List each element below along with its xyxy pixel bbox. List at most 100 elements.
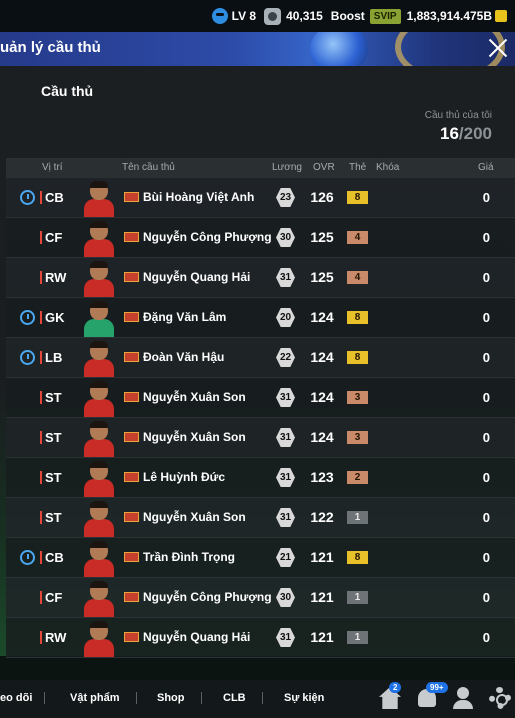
notification-icon-wrap[interactable]: 99+ xyxy=(416,682,448,709)
player-position: RW xyxy=(45,630,67,645)
table-row[interactable]: LB Đoàn Văn Hậu 22 124 8 0 xyxy=(6,338,515,378)
player-ovr: 121 xyxy=(310,549,334,565)
player-count-current: 16 xyxy=(439,124,459,143)
table-row[interactable]: CB Trần Đình Trọng 21 121 8 0 xyxy=(6,538,515,578)
top-status-bar: LV 8 40,315 Boost SVIP 1,883,914.475B xyxy=(0,0,515,32)
profile-icon[interactable] xyxy=(452,687,474,709)
stopwatch-icon xyxy=(20,310,35,325)
nav-divider xyxy=(262,692,263,704)
table-row[interactable]: ST Nguyễn Xuân Son 31 124 3 0 xyxy=(6,418,515,458)
player-avatar xyxy=(82,541,116,577)
card-level-badge: 1 xyxy=(347,631,368,644)
flag-icon xyxy=(124,392,139,402)
player-price: 0 xyxy=(482,190,490,205)
position-marker xyxy=(40,631,42,644)
col-lock[interactable]: Khóa xyxy=(376,162,399,173)
player-name: Bùi Hoàng Việt Anh xyxy=(143,190,255,204)
player-price: 0 xyxy=(482,270,490,285)
home-icon-wrap[interactable]: 2 xyxy=(379,682,402,709)
col-wage[interactable]: Lương xyxy=(272,162,302,173)
col-ovr[interactable]: OVR xyxy=(313,162,335,173)
nav-items[interactable]: Vật phẩm xyxy=(70,692,120,704)
player-avatar xyxy=(82,301,116,337)
player-avatar xyxy=(82,581,116,617)
bp-value: 1,883,914.475B xyxy=(406,9,492,23)
notification-badge: 99+ xyxy=(426,682,448,693)
flag-icon xyxy=(124,312,139,322)
flag-icon xyxy=(124,552,139,562)
card-level-badge: 8 xyxy=(347,351,368,364)
table-row[interactable]: ST Lê Huỳnh Đức 31 123 2 0 xyxy=(6,458,515,498)
player-name: Nguyễn Quang Hải xyxy=(143,270,251,284)
table-row[interactable]: CB Bùi Hoàng Việt Anh 23 126 8 0 xyxy=(6,178,515,218)
player-wage: 30 xyxy=(276,228,295,247)
table-row[interactable]: ST Nguyễn Xuân Son 31 122 1 0 xyxy=(6,498,515,538)
player-ovr: 125 xyxy=(310,229,334,245)
card-level-badge: 8 xyxy=(347,191,368,204)
col-position[interactable]: Vị trí xyxy=(42,162,63,173)
table-row[interactable]: CF Nguyễn Công Phượng 30 125 4 0 xyxy=(6,218,515,258)
card-level-badge: 8 xyxy=(347,551,368,564)
position-marker xyxy=(40,271,42,284)
nav-club[interactable]: CLB xyxy=(223,692,246,704)
player-wage: 31 xyxy=(276,268,295,287)
position-marker xyxy=(40,511,42,524)
position-marker xyxy=(40,311,42,324)
player-price: 0 xyxy=(482,390,490,405)
player-position: ST xyxy=(45,510,62,525)
table-row[interactable]: RW Nguyễn Quang Hải 31 121 1 0 xyxy=(6,618,515,658)
player-position: ST xyxy=(45,470,62,485)
player-name: Đặng Văn Lâm xyxy=(143,310,227,324)
position-marker xyxy=(40,391,42,404)
player-ovr: 126 xyxy=(310,189,334,205)
player-name: Nguyễn Xuân Son xyxy=(143,390,246,404)
player-ovr: 124 xyxy=(310,349,334,365)
player-name: Lê Huỳnh Đức xyxy=(143,470,226,484)
table-header: Vị trí Tên cầu thủ Lương OVR Thẻ Khóa Gi… xyxy=(6,158,515,178)
table-row[interactable]: RW Nguyễn Quang Hải 31 125 4 0 xyxy=(6,258,515,298)
player-ovr: 121 xyxy=(310,629,334,645)
nav-events[interactable]: Sự kiện xyxy=(284,692,324,704)
player-price: 0 xyxy=(482,430,490,445)
player-ovr: 125 xyxy=(310,269,334,285)
flag-icon xyxy=(124,352,139,362)
nav-divider xyxy=(136,692,137,704)
table-row[interactable]: CF Nguyễn Công Phượng 30 121 1 0 xyxy=(6,578,515,618)
player-price: 0 xyxy=(482,470,490,485)
player-position: ST xyxy=(45,390,62,405)
col-name[interactable]: Tên cầu thủ xyxy=(122,162,175,173)
position-marker xyxy=(40,351,42,364)
player-name: Nguyễn Xuân Son xyxy=(143,430,246,444)
position-marker xyxy=(40,471,42,484)
gear-icon[interactable] xyxy=(489,687,511,709)
player-price: 0 xyxy=(482,230,490,245)
player-name: Nguyễn Xuân Son xyxy=(143,510,246,524)
player-name: Trần Đình Trọng xyxy=(143,550,235,564)
nav-shop[interactable]: Shop xyxy=(157,692,185,704)
player-avatar xyxy=(82,421,116,457)
player-avatar xyxy=(82,621,116,657)
player-price: 0 xyxy=(482,510,490,525)
player-ovr: 123 xyxy=(310,469,334,485)
player-price: 0 xyxy=(482,550,490,565)
player-wage: 31 xyxy=(276,388,295,407)
player-ovr: 121 xyxy=(310,589,334,605)
table-row[interactable]: GK Đặng Văn Lâm 20 124 8 0 xyxy=(6,298,515,338)
table-row[interactable]: ST Nguyễn Xuân Son 31 124 3 0 xyxy=(6,378,515,418)
flag-icon xyxy=(124,592,139,602)
close-icon[interactable] xyxy=(485,35,511,61)
boost-label: Boost xyxy=(330,9,365,23)
col-price[interactable]: Giá xyxy=(478,162,494,173)
player-price: 0 xyxy=(482,350,490,365)
player-wage: 20 xyxy=(276,308,295,327)
player-name: Đoàn Văn Hậu xyxy=(143,350,225,364)
boost-display[interactable]: Boost SVIP 1,883,914.475B xyxy=(330,8,507,24)
player-name: Nguyễn Công Phượng xyxy=(143,590,272,604)
coin-display: 40,315 xyxy=(264,7,323,25)
player-wage: 30 xyxy=(276,588,295,607)
col-card[interactable]: Thẻ xyxy=(349,162,366,173)
position-marker xyxy=(40,191,42,204)
card-level-badge: 3 xyxy=(347,391,368,404)
nav-follow[interactable]: eo dõi xyxy=(0,692,32,704)
card-level-badge: 8 xyxy=(347,311,368,324)
